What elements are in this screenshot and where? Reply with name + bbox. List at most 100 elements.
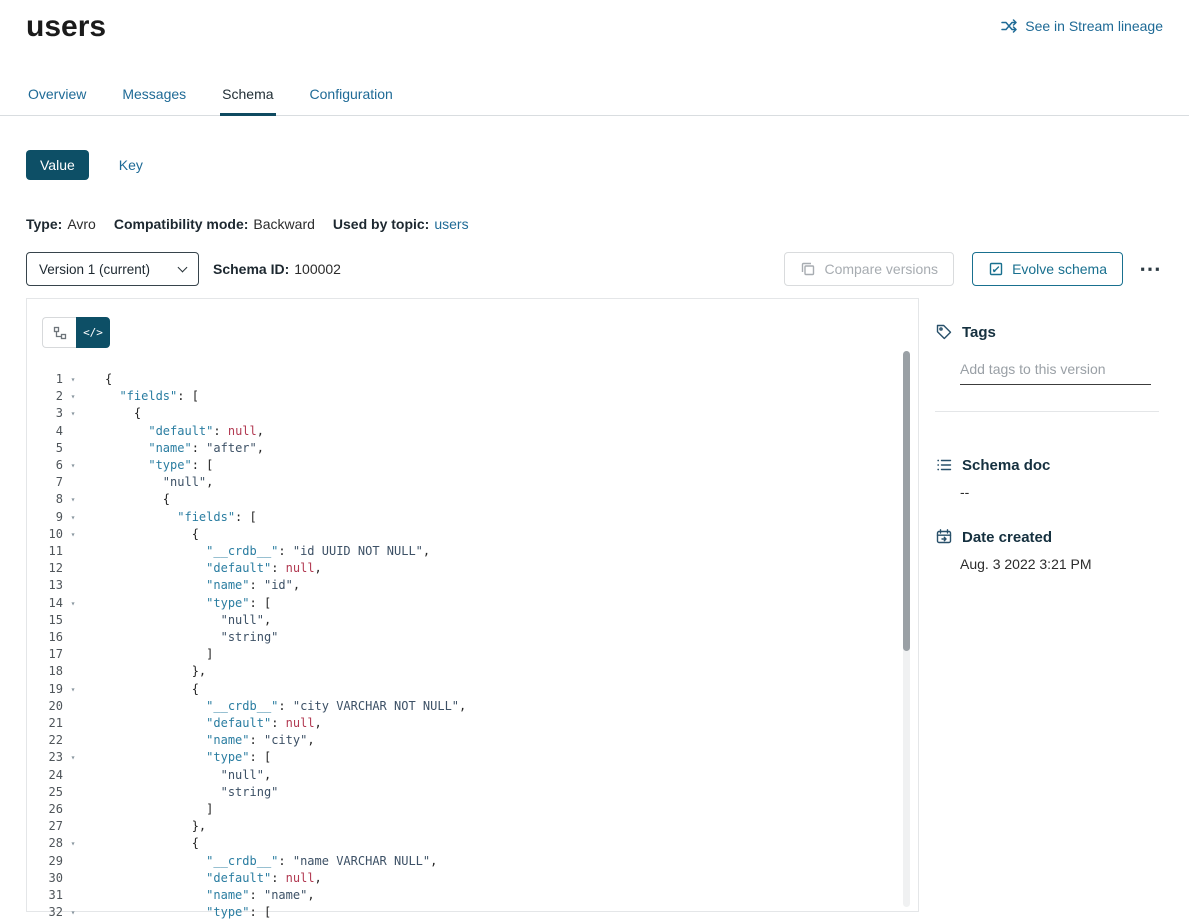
line-number: 25 (27, 784, 63, 801)
scrollbar[interactable] (903, 351, 910, 907)
stream-lineage-icon (1001, 19, 1018, 33)
line-number: 3 (27, 405, 63, 422)
date-created-section-header: Date created (935, 528, 1155, 546)
code-text: ] (105, 646, 213, 663)
topic-link[interactable]: users (434, 216, 468, 232)
code-line: 6▾ "type": [ (27, 457, 896, 474)
line-number: 11 (27, 543, 63, 560)
line-number: 16 (27, 629, 63, 646)
tab-overview[interactable]: Overview (26, 86, 88, 115)
fold-spacer (63, 715, 83, 732)
line-number: 18 (27, 663, 63, 680)
evolve-schema-button[interactable]: Evolve schema (972, 252, 1123, 286)
line-number: 24 (27, 767, 63, 784)
code-text: "string" (105, 784, 278, 801)
compare-versions-label: Compare versions (824, 261, 938, 277)
code-text: "default": null, (105, 715, 322, 732)
fold-collapse-icon[interactable]: ▾ (63, 509, 83, 526)
code-text: { (105, 371, 112, 388)
fold-collapse-icon[interactable]: ▾ (63, 388, 83, 405)
tree-view-button[interactable] (42, 317, 76, 348)
fold-collapse-icon[interactable]: ▾ (63, 457, 83, 474)
fold-collapse-icon[interactable]: ▾ (63, 835, 83, 852)
compatibility-mode-value: Backward (253, 216, 314, 232)
fold-spacer (63, 612, 83, 629)
compatibility-mode-label: Compatibility mode: (114, 216, 249, 232)
code-text: "null", (105, 474, 213, 491)
code-line: 32▾ "type": [ (27, 904, 896, 921)
fold-spacer (63, 698, 83, 715)
code-text: "fields": [ (105, 388, 199, 405)
schema-id-label: Schema ID: (213, 261, 289, 277)
schema-viewer-panel: </> 1▾{2▾ "fields": [3▾ {4 "default": nu… (26, 298, 919, 912)
page-title: users (26, 10, 106, 44)
fold-spacer (63, 801, 83, 818)
line-number: 7 (27, 474, 63, 491)
stream-lineage-link[interactable]: See in Stream lineage (1001, 18, 1163, 34)
value-toggle-button[interactable]: Value (26, 150, 89, 180)
fold-spacer (63, 853, 83, 870)
schema-doc-section-header: Schema doc (935, 456, 1155, 474)
code-text: "__crdb__": "name VARCHAR NULL", (105, 853, 437, 870)
tab-schema[interactable]: Schema (220, 86, 275, 115)
code-line: 22 "name": "city", (27, 732, 896, 749)
scrollbar-thumb[interactable] (903, 351, 910, 651)
version-select[interactable]: Version 1 (current) (26, 252, 199, 286)
tab-messages[interactable]: Messages (120, 86, 188, 115)
more-options-button[interactable]: ⋯ (1137, 258, 1163, 280)
line-number: 27 (27, 818, 63, 835)
code-line: 27 }, (27, 818, 896, 835)
line-number: 28 (27, 835, 63, 852)
fold-collapse-icon[interactable]: ▾ (63, 405, 83, 422)
fold-spacer (63, 818, 83, 835)
code-line: 11 "__crdb__": "id UUID NOT NULL", (27, 543, 896, 560)
sidebar: Tags Schema doc -- (931, 298, 1155, 572)
code-line: 5 "name": "after", (27, 440, 896, 457)
code-line: 7 "null", (27, 474, 896, 491)
fold-collapse-icon[interactable]: ▾ (63, 526, 83, 543)
fold-collapse-icon[interactable]: ▾ (63, 491, 83, 508)
line-number: 19 (27, 681, 63, 698)
line-number: 12 (27, 560, 63, 577)
line-number: 13 (27, 577, 63, 594)
schema-doc-value: -- (960, 484, 1155, 500)
code-text: { (105, 491, 170, 508)
fold-spacer (63, 440, 83, 457)
line-number: 17 (27, 646, 63, 663)
code-text: "type": [ (105, 904, 271, 921)
code-editor: 1▾{2▾ "fields": [3▾ {4 "default": null,5… (27, 371, 896, 922)
fold-collapse-icon[interactable]: ▾ (63, 371, 83, 388)
code-line: 19▾ { (27, 681, 896, 698)
fold-spacer (63, 646, 83, 663)
fold-collapse-icon[interactable]: ▾ (63, 681, 83, 698)
chevron-down-icon (178, 262, 188, 272)
tags-input[interactable] (960, 359, 1151, 385)
schema-metadata: Type: Avro Compatibility mode: Backward … (26, 216, 1163, 232)
line-number: 20 (27, 698, 63, 715)
fold-collapse-icon[interactable]: ▾ (63, 595, 83, 612)
tab-configuration[interactable]: Configuration (308, 86, 395, 115)
schema-doc-title: Schema doc (962, 457, 1050, 474)
calendar-icon (935, 528, 953, 546)
code-line: 9▾ "fields": [ (27, 509, 896, 526)
code-text: "default": null, (105, 423, 264, 440)
schema-doc-icon (935, 456, 953, 474)
code-text: "type": [ (105, 457, 213, 474)
code-text: ] (105, 801, 213, 818)
code-line: 17 ] (27, 646, 896, 663)
type-label: Type: (26, 216, 62, 232)
version-select-value: Version 1 (current) (39, 262, 150, 277)
key-toggle-button[interactable]: Key (113, 156, 149, 174)
compare-versions-button[interactable]: Compare versions (784, 252, 954, 286)
line-number: 8 (27, 491, 63, 508)
fold-collapse-icon[interactable]: ▾ (63, 749, 83, 766)
code-view-button[interactable]: </> (76, 317, 110, 348)
fold-spacer (63, 887, 83, 904)
fold-collapse-icon[interactable]: ▾ (63, 904, 83, 921)
sidebar-divider (935, 411, 1159, 412)
fold-spacer (63, 423, 83, 440)
code-text: }, (105, 663, 206, 680)
fold-spacer (63, 767, 83, 784)
code-view-icon: </> (83, 326, 103, 339)
code-line: 1▾{ (27, 371, 896, 388)
